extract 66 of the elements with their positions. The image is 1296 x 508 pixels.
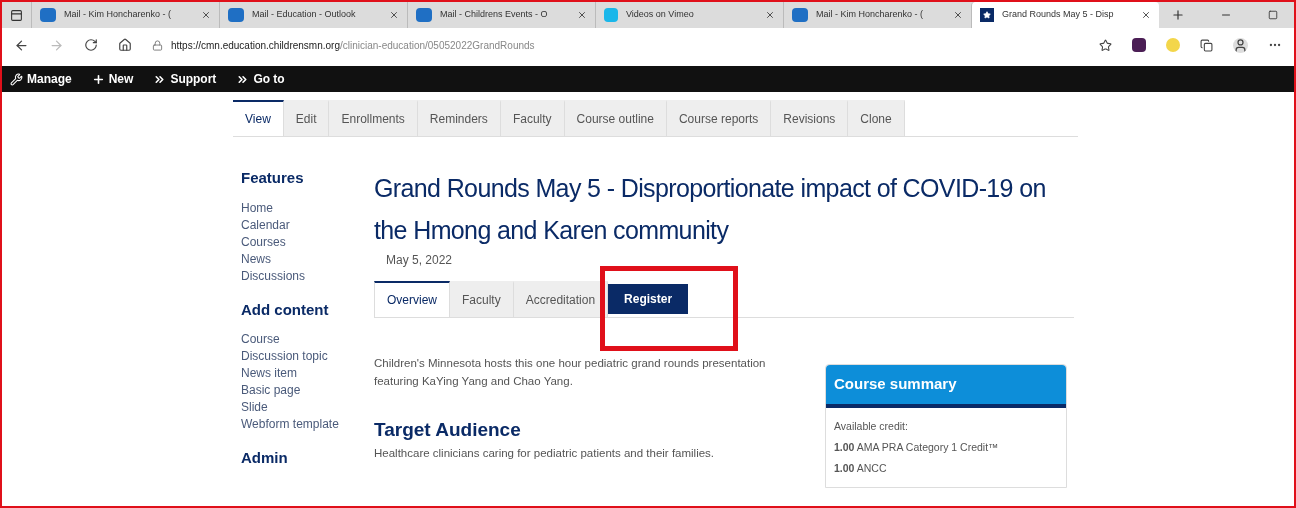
sidebar-link[interactable]: Calendar [241,216,348,234]
toolbar-link[interactable]: Manage [10,70,72,88]
mail-app-icon [40,8,56,22]
content-tab[interactable]: Overview [374,281,450,317]
intro-paragraph: Children's Minnesota hosts this one hour pediatric grand rounds presentation featuring KaYing Yang and Chao Yang. [374,356,767,389]
sidebar-link[interactable]: News [241,250,348,268]
close-icon[interactable] [201,10,211,20]
admin-tab[interactable]: Clone [848,100,905,136]
sidebar-heading: Add content [241,299,330,320]
section-paragraph: Healthcare clinicians caring for pediatric patients and their families. [374,445,716,461]
credit-line: 1.00 ANCC [834,460,888,476]
content-tab[interactable]: Faculty [450,281,514,317]
back-icon[interactable] [14,37,29,53]
close-icon[interactable] [577,10,587,20]
extension-icon[interactable] [1132,38,1146,52]
wrench-icon [10,72,23,86]
close-icon[interactable] [953,10,963,20]
toolbar-link[interactable]: Go to [236,70,285,88]
credit-label: Available credit: [834,418,909,434]
section-heading: Target Audience [374,418,522,442]
restore-icon[interactable] [1268,10,1278,20]
sidebar-link[interactable]: News item [241,365,348,382]
admin-tab[interactable]: Course reports [666,100,772,136]
close-icon[interactable] [1141,10,1151,20]
toolbar-link[interactable]: New [91,70,134,88]
sidebar-link[interactable]: Slide [241,399,348,416]
content-tab[interactable]: Accreditation [513,281,609,317]
tab-actions-icon[interactable] [10,8,23,22]
sidebar-link[interactable]: Home [241,199,348,217]
date-text: May 5, 2022 [385,252,454,269]
admin-tab[interactable]: Course outline [564,100,667,136]
register-button[interactable]: Register [608,284,689,314]
mail-app-icon [416,8,432,22]
address-bar[interactable]: https://cmn.education.childrensmn.org/clinician-education/05052022GrandRounds [152,37,1079,53]
collections-icon[interactable] [1200,38,1213,52]
sidebar-link[interactable]: Webform template [241,416,348,433]
toolbar-link[interactable]: Support [153,70,217,88]
admin-tab[interactable]: Edit [283,100,330,136]
sidebar-link[interactable]: Discussions [241,267,348,285]
credit-line: 1.00 AMA PRA Category 1 Credit™ [834,439,1000,455]
admin-tab[interactable]: Revisions [771,100,849,136]
new-tab-icon[interactable] [1171,8,1185,22]
page-title: Grand Rounds May 5 - Disproportionate impact of COVID-19 on the Hmong and Karen community [374,173,1047,246]
browser-tab[interactable]: Grand Rounds May 5 - Disp [971,2,1159,28]
sidebar-link[interactable]: Course [241,331,348,348]
close-icon[interactable] [389,10,399,20]
star-favicon-icon [980,8,994,22]
profile-icon[interactable] [1233,37,1248,53]
video-app-icon [604,8,618,22]
admin-tab[interactable]: Faculty [500,100,565,136]
admin-tab[interactable]: View [233,100,284,136]
sidebar-link[interactable]: Discussion topic [241,348,348,365]
sidebar-link[interactable]: Courses [241,233,348,251]
admin-tab[interactable]: Enrollments [329,100,418,136]
sidebar-heading: Admin [241,448,289,468]
mail-app-icon [792,8,808,22]
home-icon[interactable] [118,38,132,52]
sidebar-link[interactable]: Basic page [241,382,348,399]
favorite-icon[interactable] [1099,38,1112,52]
plus-icon [91,72,105,86]
reload-icon[interactable] [84,38,98,52]
close-icon[interactable] [765,10,775,20]
sidebar-heading: Features [241,168,305,188]
card-header: Course summary [826,365,1066,408]
admin-tab[interactable]: Reminders [417,100,501,136]
mail-app-icon [228,8,244,22]
